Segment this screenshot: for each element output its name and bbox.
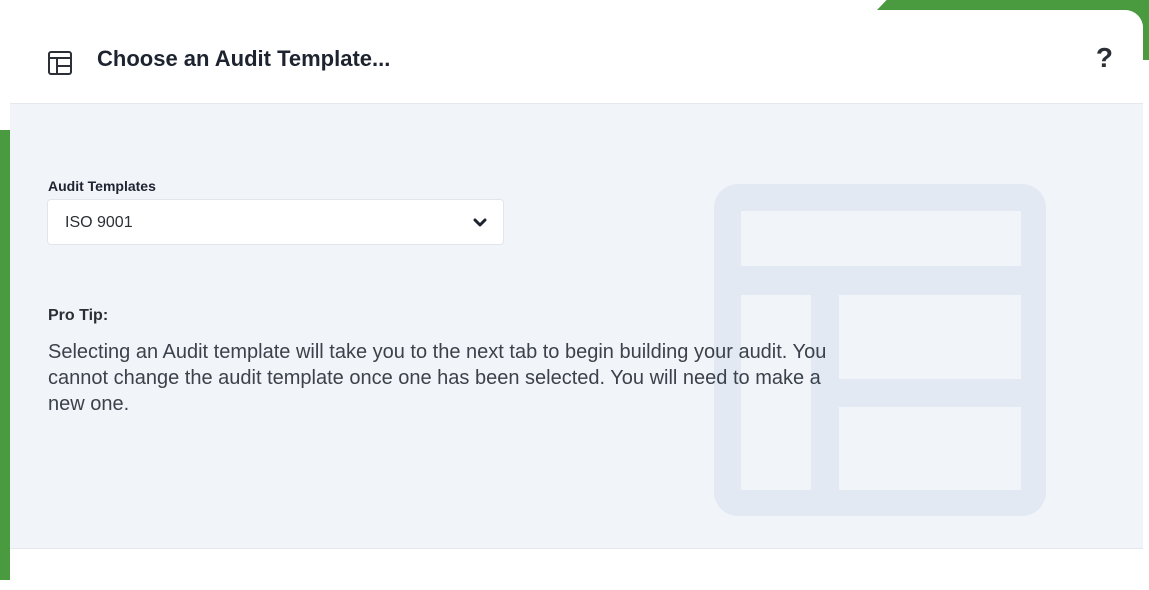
dialog-footer (10, 548, 1143, 590)
pro-tip-heading: Pro Tip: (48, 307, 109, 324)
pro-tip-text: Selecting an Audit template will take yo… (48, 341, 827, 415)
selected-template-value: ISO 9001 (65, 214, 133, 231)
audit-template-dialog: Choose an Audit Template... ? Audit Temp… (10, 10, 1143, 590)
template-layout-icon (47, 50, 73, 76)
chevron-down-icon (473, 216, 487, 230)
audit-template-select[interactable]: ISO 9001 (47, 199, 504, 245)
help-icon[interactable]: ? (1096, 42, 1113, 74)
page-title: Choose an Audit Template... (97, 46, 391, 71)
audit-templates-label: Audit Templates (48, 178, 156, 194)
dialog-header: Choose an Audit Template... ? (10, 10, 1143, 104)
